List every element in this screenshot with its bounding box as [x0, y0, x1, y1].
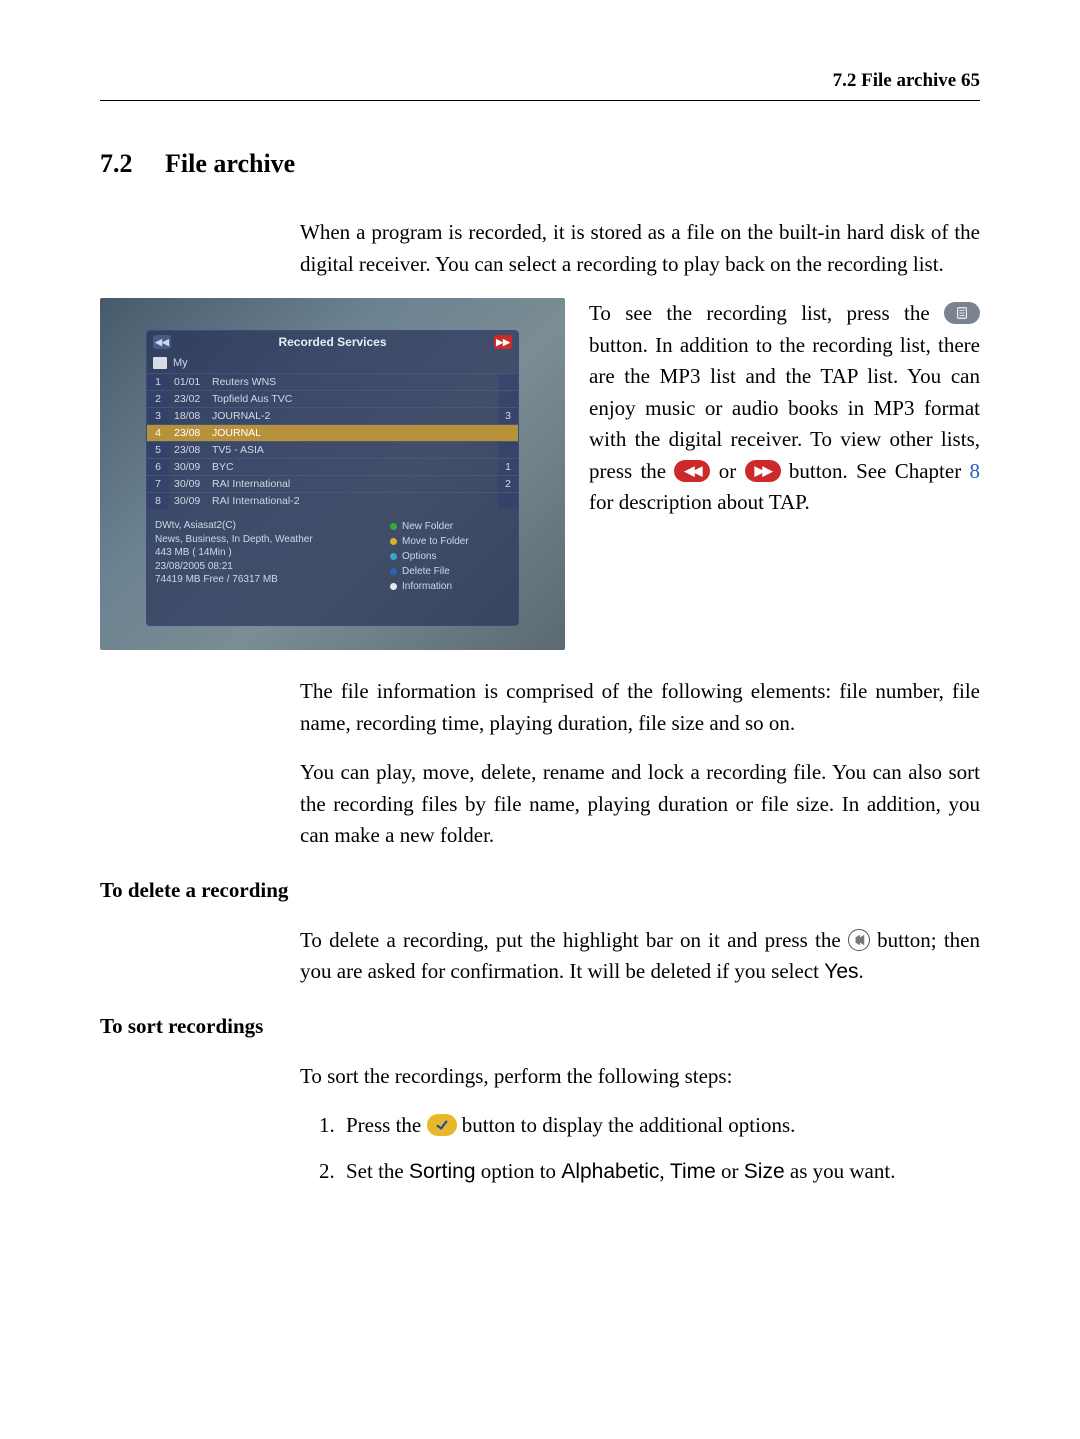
table-row: 630/09BYC1: [147, 459, 518, 476]
prev-list-icon: ◀◀: [153, 335, 171, 349]
sort-steps-list: Press the button to display the addition…: [340, 1110, 980, 1187]
paragraph-file-info: The file information is comprised of the…: [300, 676, 980, 739]
paragraph-intro: When a program is recorded, it is stored…: [300, 217, 980, 280]
table-row: 830/09RAI International-2: [147, 493, 518, 510]
recording-table: 101/01Reuters WNS223/02Topfield Aus TVC3…: [147, 373, 518, 509]
section-heading: 7.2 File archive: [100, 149, 980, 179]
section-number: 7.2: [100, 149, 133, 178]
paragraph-right-column: To see the recording list, press the but…: [589, 298, 980, 519]
subheading-sort: To sort recordings: [100, 1014, 980, 1039]
paragraph-sort-intro: To sort the recordings, perform the foll…: [300, 1061, 980, 1093]
table-row: 101/01Reuters WNS: [147, 374, 518, 391]
table-row: 223/02Topfield Aus TVC: [147, 391, 518, 408]
file-info-block: DWtv, Asiasat2(C) News, Business, In Dep…: [155, 519, 376, 594]
stop-button-icon: [848, 929, 870, 951]
section-title: File archive: [165, 149, 295, 178]
table-row: 523/08TV5 - ASIA: [147, 442, 518, 459]
sort-step-1: Press the button to display the addition…: [340, 1110, 980, 1142]
paragraph-actions: You can play, move, delete, rename and l…: [300, 757, 980, 852]
paragraph-delete: To delete a recording, put the highlight…: [300, 925, 980, 988]
folder-icon: [153, 357, 167, 369]
chapter-link[interactable]: 8: [970, 459, 981, 483]
table-row: 318/08JOURNAL-23: [147, 408, 518, 425]
forward-button-icon: ▶▶: [745, 460, 781, 482]
legend-block: New Folder Move to Folder Options Delete…: [390, 519, 510, 594]
table-row: 423/08JOURNAL: [147, 425, 518, 442]
screenshot-recorded-services: ◀◀ Recorded Services ▶▶ My 101/01Reuters…: [100, 298, 565, 650]
subheading-delete: To delete a recording: [100, 878, 980, 903]
sort-step-2: Set the Sorting option to Alphabetic, Ti…: [340, 1156, 980, 1188]
folder-label: My: [173, 357, 188, 369]
rewind-button-icon: ◀◀: [674, 460, 710, 482]
page-header: 7.2 File archive 65: [100, 70, 980, 101]
table-row: 730/09RAI International2: [147, 476, 518, 493]
file-list-button-icon: [944, 302, 980, 324]
yellow-option-button-icon: [427, 1114, 457, 1136]
next-list-icon: ▶▶: [494, 335, 512, 349]
screenshot-title: Recorded Services: [171, 335, 494, 349]
